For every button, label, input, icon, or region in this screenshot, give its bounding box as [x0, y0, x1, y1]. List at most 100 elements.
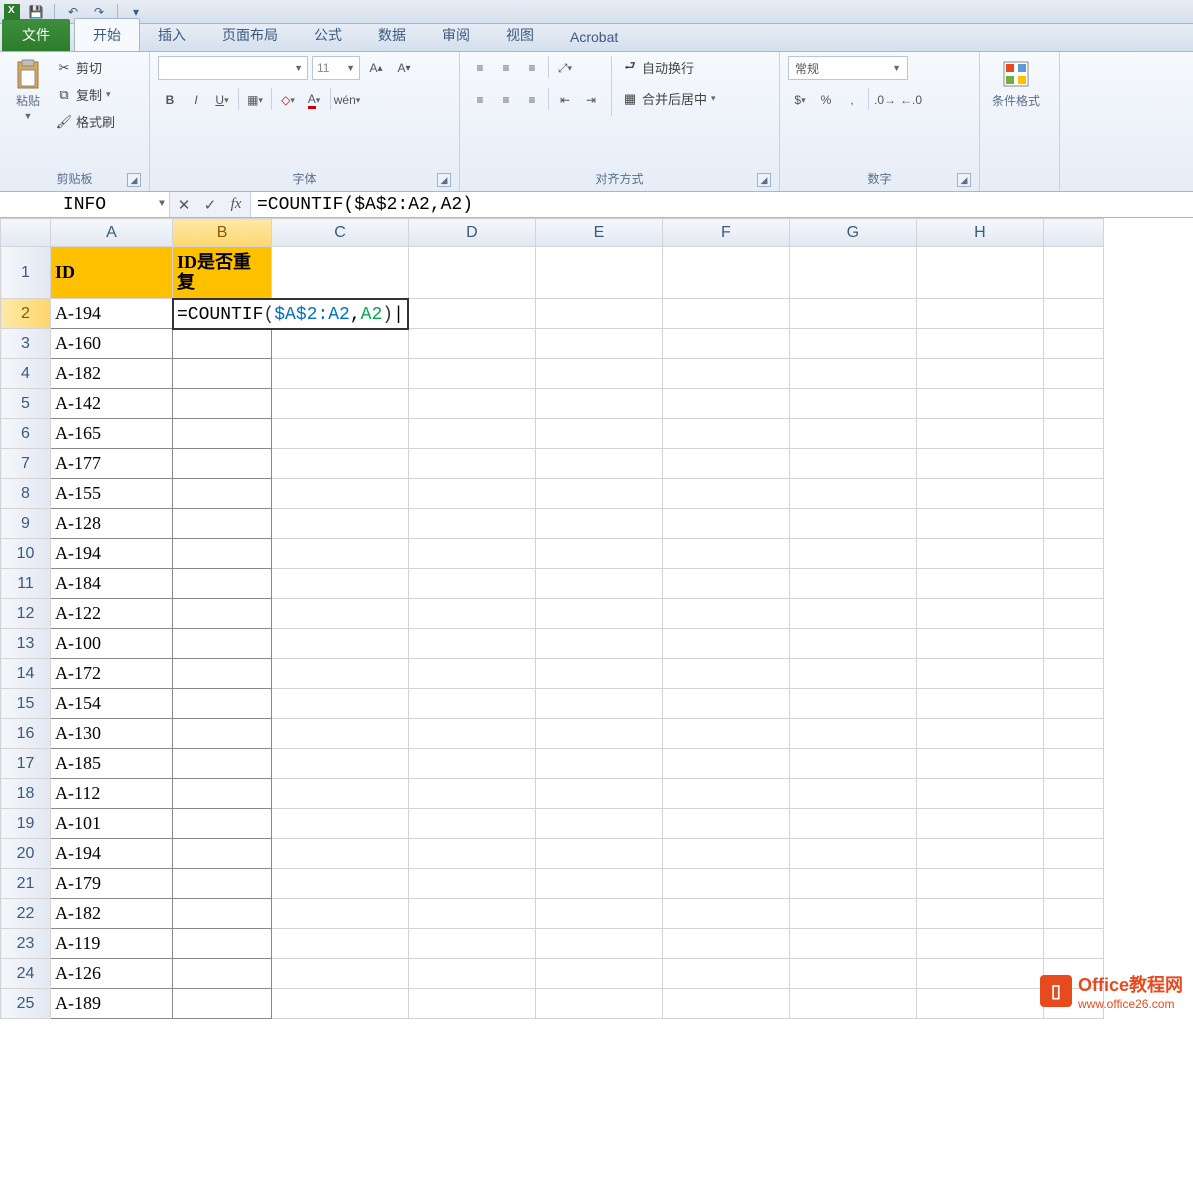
cell[interactable] [535, 989, 662, 1019]
cell[interactable] [535, 839, 662, 869]
cell[interactable] [789, 659, 916, 689]
phonetic-button[interactable]: wén▾ [335, 88, 359, 112]
cell[interactable] [1043, 247, 1103, 299]
cell[interactable] [789, 899, 916, 929]
cell-B2-editing[interactable]: =COUNTIF($A$2:A2,A2)| [173, 299, 409, 329]
cell[interactable] [535, 869, 662, 899]
cell-A6[interactable]: A-165 [51, 419, 173, 449]
cell[interactable] [662, 689, 789, 719]
cell-B24[interactable] [173, 959, 272, 989]
cell-B19[interactable] [173, 809, 272, 839]
cell[interactable] [916, 449, 1043, 479]
cell[interactable] [916, 479, 1043, 509]
cell[interactable] [662, 989, 789, 1019]
cut-button[interactable]: ✂剪切 [54, 56, 117, 79]
cell[interactable] [662, 299, 789, 329]
column-header-E[interactable]: E [535, 219, 662, 247]
cell[interactable] [1043, 629, 1103, 659]
cell[interactable] [408, 569, 535, 599]
cell[interactable] [1043, 719, 1103, 749]
cell[interactable] [535, 329, 662, 359]
cell-B1[interactable]: ID是否重复 [173, 247, 272, 299]
cell[interactable] [916, 629, 1043, 659]
cell-A21[interactable]: A-179 [51, 869, 173, 899]
align-bottom-button[interactable]: ≡ [520, 56, 544, 80]
cell[interactable] [789, 719, 916, 749]
paste-button[interactable]: 粘贴 ▼ [8, 56, 48, 123]
tab-formulas[interactable]: 公式 [296, 19, 360, 51]
cell[interactable] [535, 299, 662, 329]
cell-A3[interactable]: A-160 [51, 329, 173, 359]
cell[interactable] [535, 809, 662, 839]
cell[interactable] [789, 599, 916, 629]
enter-formula-button[interactable]: ✓ [200, 196, 220, 214]
cell[interactable] [789, 749, 916, 779]
cell[interactable] [1043, 899, 1103, 929]
row-header[interactable]: 5 [1, 389, 51, 419]
cell[interactable] [408, 689, 535, 719]
cell[interactable] [916, 989, 1043, 1019]
cell[interactable] [1043, 359, 1103, 389]
increase-font-button[interactable]: A▴ [364, 56, 388, 80]
fx-button[interactable]: fx [226, 196, 246, 213]
cell[interactable] [1043, 479, 1103, 509]
cell[interactable] [272, 509, 409, 539]
cell-A17[interactable]: A-185 [51, 749, 173, 779]
wrap-text-button[interactable]: ⮐自动换行 [620, 56, 718, 79]
conditional-format-button[interactable]: 条件格式 [988, 56, 1044, 111]
number-format-combo[interactable]: 常规▼ [788, 56, 908, 80]
cell[interactable] [272, 539, 409, 569]
cell[interactable] [408, 359, 535, 389]
cell[interactable] [916, 299, 1043, 329]
font-color-button[interactable]: A▾ [302, 88, 326, 112]
cell[interactable] [916, 659, 1043, 689]
row-header[interactable]: 15 [1, 689, 51, 719]
column-header-A[interactable]: A [51, 219, 173, 247]
cell[interactable] [408, 629, 535, 659]
cell[interactable] [535, 479, 662, 509]
accounting-format-button[interactable]: $▾ [788, 88, 812, 112]
cell-B17[interactable] [173, 749, 272, 779]
cell[interactable] [272, 329, 409, 359]
column-header-B[interactable]: B [173, 219, 272, 247]
cell[interactable] [916, 869, 1043, 899]
column-header-F[interactable]: F [662, 219, 789, 247]
cell-A4[interactable]: A-182 [51, 359, 173, 389]
cell[interactable] [1043, 509, 1103, 539]
row-header[interactable]: 22 [1, 899, 51, 929]
cell[interactable] [789, 419, 916, 449]
align-center-button[interactable]: ≡ [494, 88, 518, 112]
cell[interactable] [535, 389, 662, 419]
row-header[interactable]: 16 [1, 719, 51, 749]
cell[interactable] [408, 599, 535, 629]
align-right-button[interactable]: ≡ [520, 88, 544, 112]
row-header[interactable]: 17 [1, 749, 51, 779]
cell[interactable] [916, 359, 1043, 389]
decrease-indent-button[interactable]: ⇤ [553, 88, 577, 112]
border-button[interactable]: ▦▾ [243, 88, 267, 112]
row-header[interactable]: 19 [1, 809, 51, 839]
cell[interactable] [1043, 839, 1103, 869]
cell[interactable] [535, 899, 662, 929]
align-top-button[interactable]: ≡ [468, 56, 492, 80]
cell[interactable] [535, 659, 662, 689]
cell[interactable] [916, 959, 1043, 989]
formula-input[interactable]: =COUNTIF($A$2:A2,A2) [250, 192, 1193, 217]
cell[interactable] [789, 629, 916, 659]
cell[interactable] [272, 779, 409, 809]
cell[interactable] [789, 479, 916, 509]
cell[interactable] [662, 839, 789, 869]
tab-page-layout[interactable]: 页面布局 [204, 19, 296, 51]
row-header[interactable]: 8 [1, 479, 51, 509]
row-header[interactable]: 14 [1, 659, 51, 689]
column-header-G[interactable]: G [789, 219, 916, 247]
cell[interactable] [789, 869, 916, 899]
cell[interactable] [916, 419, 1043, 449]
cell-A13[interactable]: A-100 [51, 629, 173, 659]
row-header[interactable]: 7 [1, 449, 51, 479]
cell[interactable] [408, 247, 535, 299]
cell[interactable] [789, 359, 916, 389]
cell[interactable] [916, 389, 1043, 419]
cell[interactable] [662, 959, 789, 989]
cell[interactable] [789, 689, 916, 719]
